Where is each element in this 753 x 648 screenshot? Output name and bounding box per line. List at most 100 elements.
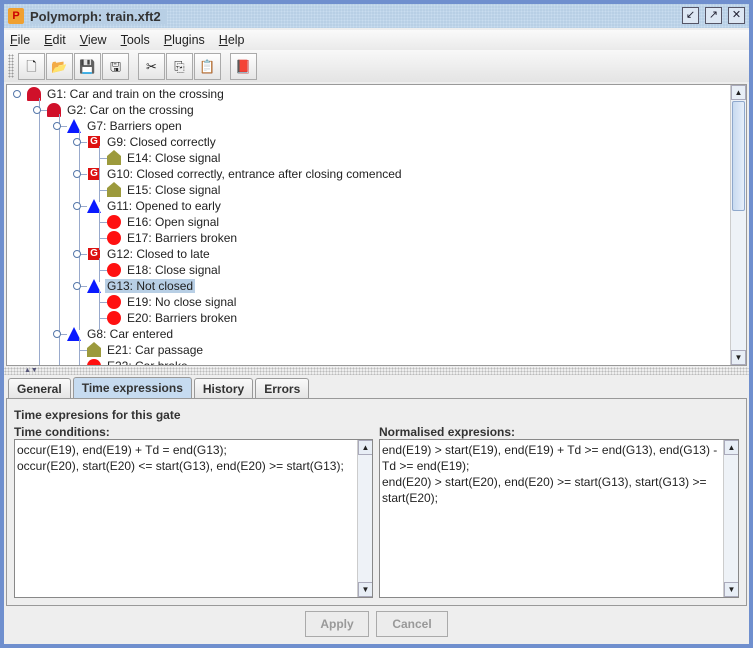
tree-node-label: E16: Open signal: [127, 215, 220, 229]
menu-file[interactable]: File: [10, 33, 30, 47]
tree-node[interactable]: G12: Closed to late: [85, 246, 212, 262]
cut-button[interactable]: ✂: [138, 52, 165, 80]
condition-line: occur(E20), start(E20) <= start(G13), en…: [17, 459, 344, 473]
tab-bar: General Time expressions History Errors: [8, 377, 311, 399]
fault-tree[interactable]: E22: Car brake E21: Car passage G8: Car en…: [6, 84, 747, 366]
cancel-button[interactable]: Cancel: [376, 611, 448, 637]
tree-node[interactable]: E16: Open signal: [105, 214, 221, 230]
expand-toggle[interactable]: [73, 282, 81, 290]
tree-node-label: G7: Barriers open: [87, 119, 182, 133]
house-event-icon: [105, 182, 123, 198]
expand-toggle[interactable]: [13, 90, 21, 98]
or-gate-icon: [85, 278, 103, 294]
or-gate-icon: [65, 118, 83, 134]
menu-view[interactable]: View: [80, 33, 107, 47]
tree-guide-line: [99, 190, 107, 191]
tree-node[interactable]: E18: Close signal: [105, 262, 222, 278]
tree-node[interactable]: G7: Barriers open: [65, 118, 184, 134]
tree-node-label: E19: No close signal: [127, 295, 237, 309]
normalised-line: end(E20) > start(E20), end(E20) >= start…: [382, 475, 707, 505]
tree-guide-line: [79, 338, 80, 365]
tree-node[interactable]: E20: Barriers broken: [105, 310, 239, 326]
time-conditions-textarea[interactable]: occur(E19), end(E19) + Td = end(G13); oc…: [14, 439, 373, 598]
tree-guide-line: [99, 302, 107, 303]
tree-node-label: G2: Car on the crossing: [67, 103, 194, 117]
basic-event-icon: [105, 262, 123, 278]
main-window: P Polymorph: train.xft2 ↙ ↗ ✕ File Edit Vi…: [4, 4, 749, 644]
tree-guide-line: [99, 238, 107, 239]
tree-node-label: E18: Close signal: [127, 263, 221, 277]
scroll-up-button[interactable]: ▲: [731, 85, 746, 100]
scroll-down-button[interactable]: ▼: [358, 582, 372, 597]
tree-scrollbar[interactable]: ▲ ▼: [730, 85, 746, 365]
basic-event-icon: [105, 310, 123, 326]
expand-toggle[interactable]: [73, 202, 81, 210]
tree-node[interactable]: E19: No close signal: [105, 294, 238, 310]
apply-button[interactable]: Apply: [305, 611, 369, 637]
tree-node[interactable]: E15: Close signal: [105, 182, 222, 198]
tree-node[interactable]: E17: Barriers broken: [105, 230, 239, 246]
menu-edit[interactable]: Edit: [44, 33, 66, 47]
paste-icon: 📋: [199, 58, 216, 74]
save-as-icon: 🖫: [109, 58, 122, 74]
tree-node[interactable]: G11: Opened to early: [85, 198, 223, 214]
close-button[interactable]: ✕: [728, 7, 745, 24]
scroll-down-button[interactable]: ▼: [731, 350, 746, 365]
tree-guide-line: [39, 98, 40, 365]
and-gate-icon: [45, 102, 63, 118]
paste-button[interactable]: 📋: [194, 52, 221, 80]
open-button[interactable]: 📂: [46, 52, 73, 80]
copy-button[interactable]: ⎘: [166, 52, 193, 80]
cut-icon: ✂: [146, 58, 157, 74]
maximize-button[interactable]: ↗: [705, 7, 722, 24]
menu-tools[interactable]: Tools: [121, 33, 150, 47]
tree-node[interactable]: E14: Close signal: [105, 150, 222, 166]
tree-node-label: G12: Closed to late: [107, 247, 210, 261]
scroll-down-button[interactable]: ▼: [724, 582, 738, 597]
tree-node[interactable]: G9: Closed correctly: [85, 134, 218, 150]
tree-guide-line: [79, 130, 80, 330]
tree-node[interactable]: E21: Car passage: [85, 342, 205, 358]
expand-toggle[interactable]: [53, 122, 61, 130]
tab-general[interactable]: General: [8, 378, 71, 399]
scroll-thumb[interactable]: [732, 101, 745, 211]
scroll-up-button[interactable]: ▲: [358, 440, 372, 455]
basic-event-icon: [105, 294, 123, 310]
or-gate-icon: [85, 198, 103, 214]
tree-node[interactable]: G1: Car and train on the crossing: [25, 86, 226, 102]
tree-node-label: G13: Not closed: [105, 279, 196, 293]
tree-guide-line: [99, 222, 107, 223]
minimize-button[interactable]: ↙: [682, 7, 699, 24]
normalised-textarea[interactable]: end(E19) > start(E19), end(E19) + Td >= …: [379, 439, 739, 598]
toolbar-grip[interactable]: [8, 54, 14, 78]
tree-node[interactable]: E22: Car brake: [85, 358, 190, 365]
tree-node[interactable]: G10: Closed correctly, entrance after cl…: [85, 166, 404, 182]
tree-node[interactable]: G13: Not closed: [85, 278, 196, 294]
expand-toggle[interactable]: [73, 138, 81, 146]
menu-plugins[interactable]: Plugins: [164, 33, 205, 47]
expand-toggle[interactable]: [73, 170, 81, 178]
split-divider[interactable]: ▲▼: [4, 367, 749, 375]
menu-help[interactable]: Help: [219, 33, 245, 47]
tree-node[interactable]: G2: Car on the crossing: [45, 102, 196, 118]
tab-history[interactable]: History: [193, 378, 254, 399]
expand-toggle[interactable]: [73, 250, 81, 258]
expand-toggle[interactable]: [33, 106, 41, 114]
and-gate-icon: [25, 86, 43, 102]
normalised-scrollbar[interactable]: ▲ ▼: [723, 440, 738, 597]
tab-errors[interactable]: Errors: [255, 378, 310, 399]
tree-node-label: G1: Car and train on the crossing: [47, 87, 224, 101]
tree-node[interactable]: G8: Car entered: [65, 326, 175, 342]
conditions-scrollbar[interactable]: ▲ ▼: [357, 440, 372, 597]
new-file-button[interactable]: 🗋: [18, 52, 45, 80]
expand-toggle[interactable]: [53, 330, 61, 338]
condition-line: occur(E19), end(E19) + Td = end(G13);: [17, 443, 227, 457]
save-button[interactable]: 💾: [74, 52, 101, 80]
help-book-button[interactable]: 📕: [230, 52, 257, 80]
tab-time-expressions[interactable]: Time expressions: [72, 377, 192, 399]
save-as-button[interactable]: 🖫: [102, 52, 129, 80]
basic-event-icon: [105, 230, 123, 246]
tree-node-label: E15: Close signal: [127, 183, 221, 197]
house-event-icon: [105, 150, 123, 166]
scroll-up-button[interactable]: ▲: [724, 440, 738, 455]
